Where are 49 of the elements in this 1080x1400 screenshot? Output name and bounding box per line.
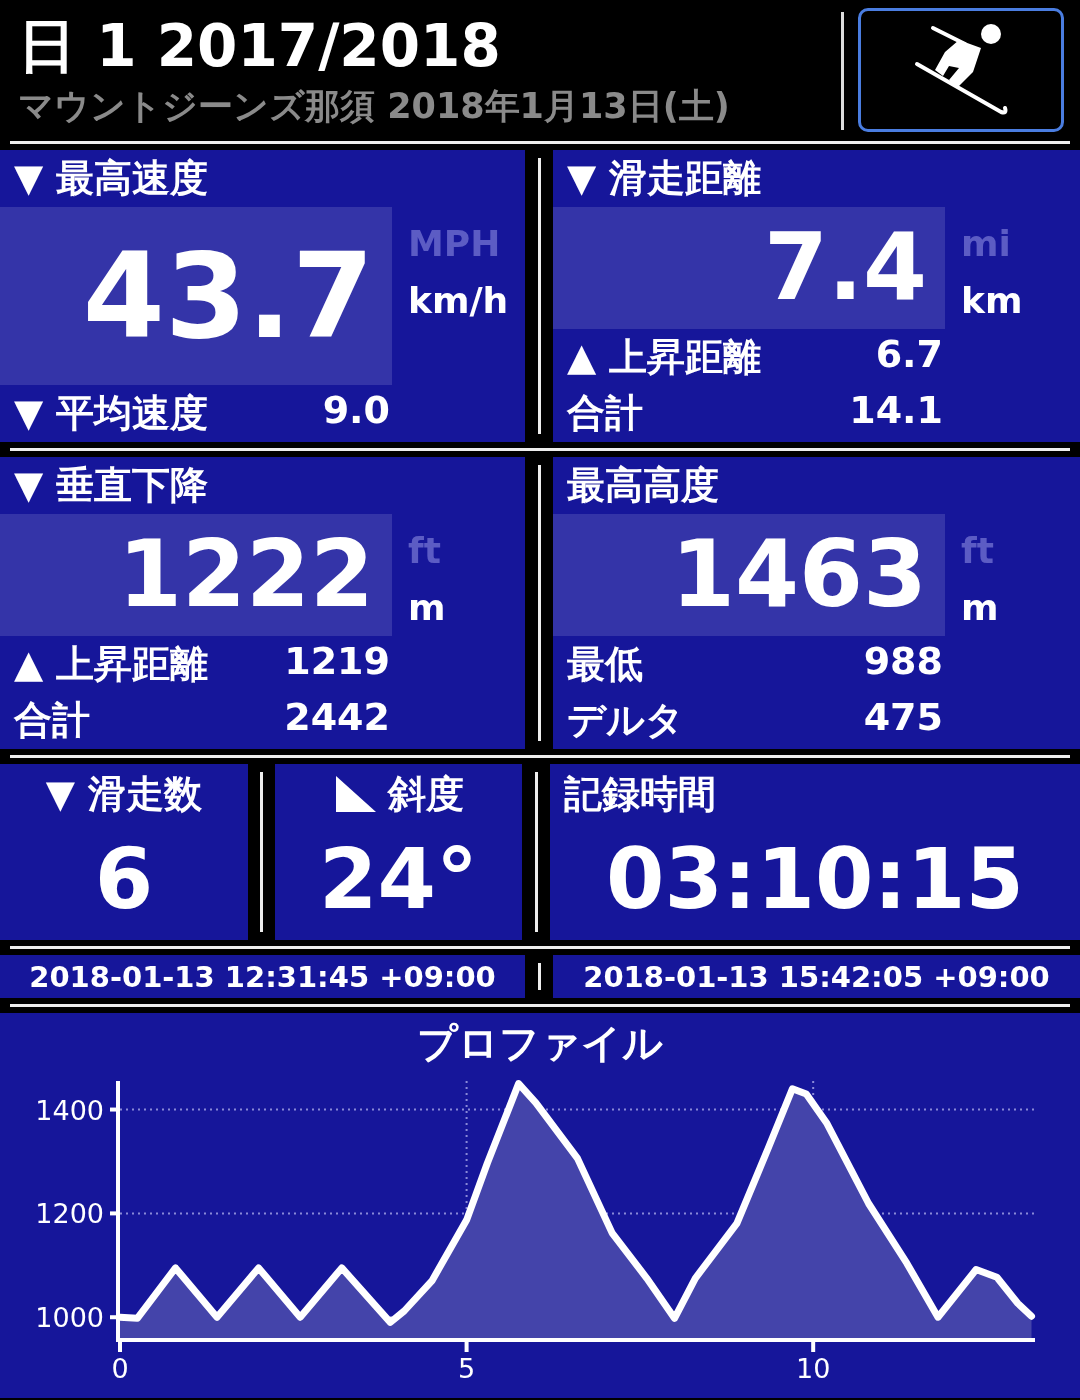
stat-value: 7.4 (553, 207, 945, 329)
stat-label: ▼ 滑走距離 (567, 156, 762, 200)
row-value: 9.0 (322, 388, 390, 434)
stat-label: ▼ 垂直下降 (14, 463, 209, 507)
row-value: 2442 (284, 695, 390, 742)
stat-label: ▼ 滑走数 (45, 770, 203, 818)
row-value: 6.7 (875, 331, 943, 378)
row-label: ▼ 平均速度 (14, 390, 209, 437)
row-label: 合計 (567, 390, 643, 438)
y-tick-label: 1400 (35, 1094, 104, 1126)
stat-label: 斜度 (387, 770, 464, 818)
stat-label: 最高高度 (567, 463, 719, 507)
slope-icon (333, 774, 378, 814)
unit-label: m (961, 586, 1000, 630)
x-tick-label: 0 (111, 1353, 129, 1384)
row-label: デルタ (567, 697, 684, 745)
stat-label: 記録時間 (564, 770, 716, 818)
x-tick-label: 5 (458, 1353, 476, 1384)
unit-label: km/h (408, 279, 510, 323)
timestamp: 2018-01-13 12:31:45 +09:00 (29, 959, 496, 994)
y-tick-label: 1000 (35, 1302, 104, 1334)
stat-value: 43.7 (0, 207, 392, 385)
session-title: 日 1 2017/2018 (18, 11, 502, 82)
row-label: ▲ 上昇距離 (14, 640, 209, 688)
alt-unit: MPH (408, 222, 502, 266)
alt-unit: ft (408, 529, 442, 573)
row-value: 1219 (284, 638, 390, 685)
row-value: 14.1 (849, 388, 943, 435)
timestamp: 2018-01-13 15:42:05 +09:00 (583, 959, 1050, 994)
alt-unit: ft (961, 529, 995, 573)
alt-unit: mi (961, 222, 1012, 266)
y-tick-label: 1200 (35, 1198, 104, 1230)
resort-date: マウントジーンズ那須 2018年1月13日(土) (18, 85, 731, 128)
row-label: 最低 (567, 640, 643, 688)
chart-title: プロファイル (417, 1020, 663, 1066)
stat-value: 03:10:15 (606, 830, 1024, 928)
unit-label: m (408, 586, 447, 630)
row-label: 合計 (14, 697, 90, 745)
stat-value: 1463 (553, 514, 945, 636)
stat-value: 6 (94, 830, 154, 928)
row-value: 988 (863, 638, 943, 685)
unit-label: km (961, 279, 1024, 323)
row-value: 475 (863, 695, 943, 742)
stat-value: 24° (319, 830, 478, 928)
stat-value: 1222 (0, 514, 392, 636)
activity-button[interactable] (858, 8, 1064, 132)
stat-label: ▼ 最高速度 (14, 156, 209, 200)
x-tick-label: 10 (796, 1353, 831, 1384)
row-label: ▲ 上昇距離 (567, 333, 762, 381)
